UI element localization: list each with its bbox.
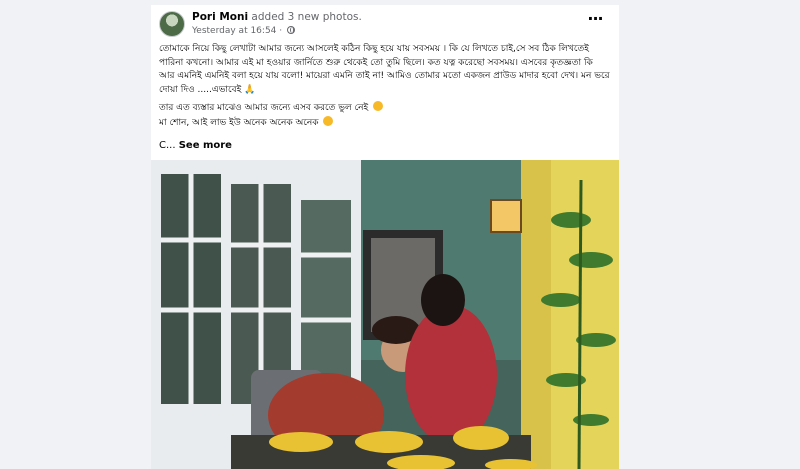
post-timestamp[interactable]: Yesterday at 16:54 (192, 26, 276, 36)
post-text-line: তার এত ব্যস্তার মাঝেও আমার জন্যে এসব করত… (159, 103, 369, 113)
see-more-line: C... See more (159, 140, 232, 151)
post-meta: Yesterday at 16:54 · (192, 26, 295, 36)
author-avatar[interactable] (159, 11, 185, 37)
post-text-paragraph: তোমাকে নিয়ে কিছু লেখাটা আমার জন্যে আসলে… (159, 43, 611, 97)
post-text-paragraph: মা শোন, আই লাভ ইউ অনেক অনেক অনেক (159, 115, 611, 131)
see-more-link[interactable]: See more (179, 140, 232, 151)
meta-separator: · (276, 26, 285, 36)
feed-post: Pori Moni added 3 new photos. Yesterday … (151, 5, 619, 469)
folded-hands-emoji: 🙏 (244, 84, 256, 95)
post-photo-image (151, 160, 619, 469)
post-text: তোমাকে নিয়ে কিছু লেখাটা আমার জন্যে আসলে… (159, 43, 611, 134)
more-options-icon[interactable]: ··· (585, 11, 605, 31)
post-text-line: তোমাকে নিয়ে কিছু লেখাটা আমার জন্যে আসলে… (159, 44, 610, 95)
truncated-text: C... (159, 140, 179, 151)
post-text-paragraph: তার এত ব্যস্তার মাঝেও আমার জন্যে এসব করত… (159, 101, 611, 116)
author-name[interactable]: Pori Moni (192, 11, 248, 23)
post-title-line: Pori Moni added 3 new photos. (192, 11, 362, 23)
post-text-line: মা শোন, আই লাভ ইউ অনেক অনেক অনেক (159, 117, 319, 128)
globe-icon[interactable] (287, 26, 295, 34)
post-photo[interactable] (151, 160, 619, 469)
hugging-face-emoji (323, 115, 334, 126)
smiling-cat-emoji (373, 101, 384, 111)
post-action-text: added 3 new photos. (248, 11, 362, 23)
post-header: Pori Moni added 3 new photos. Yesterday … (151, 5, 619, 41)
